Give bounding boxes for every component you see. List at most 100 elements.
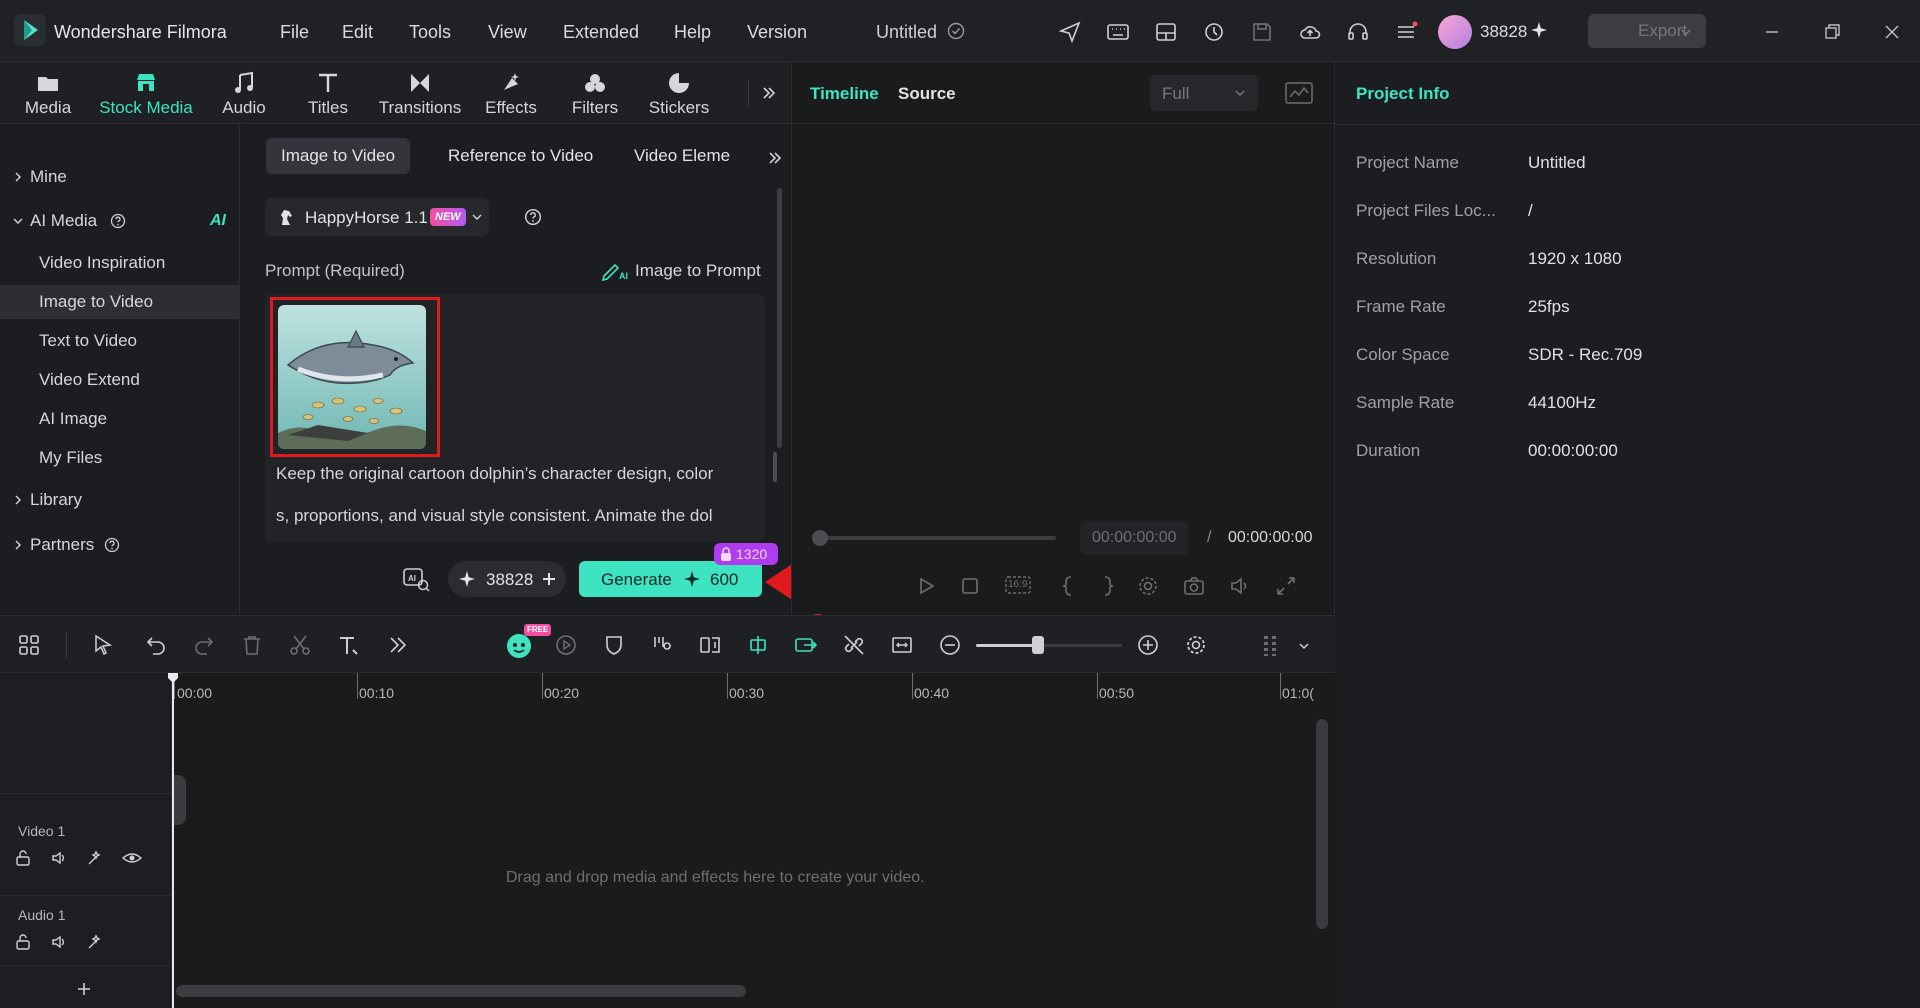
settings-icon[interactable]: [1136, 574, 1160, 598]
magic-wand-icon[interactable]: [86, 849, 104, 867]
preview-scrubber[interactable]: [822, 536, 1056, 540]
chevron-down-icon[interactable]: [1298, 640, 1310, 652]
zoom-out-icon[interactable]: [938, 633, 962, 657]
avatar[interactable]: [1438, 15, 1472, 49]
timeline-ruler[interactable]: 00:00 00:10 00:20 00:30 00:40 00:50 01:0…: [174, 673, 1314, 703]
restore-icon[interactable]: [1820, 20, 1844, 44]
mark-out-icon[interactable]: [1100, 574, 1116, 598]
help-circle-icon[interactable]: [104, 537, 120, 553]
tab-effects[interactable]: Effects: [478, 62, 544, 124]
undo-icon[interactable]: [144, 633, 168, 657]
generate-button[interactable]: Generate 600: [579, 561, 762, 597]
volume-icon[interactable]: [50, 933, 68, 951]
timeline-area[interactable]: Video 1 Audio 1 00:00 00:10 00:20 00:30 …: [0, 673, 1335, 1008]
scope-monitor-icon[interactable]: [1284, 80, 1314, 106]
playhead[interactable]: [172, 673, 174, 1008]
menu-file[interactable]: File: [280, 22, 309, 43]
model-select[interactable]: HappyHorse 1.1 NEW: [265, 198, 489, 236]
tab-stickers[interactable]: Stickers: [642, 62, 716, 124]
lock-icon[interactable]: [14, 849, 32, 867]
tab-audio[interactable]: Audio: [212, 62, 276, 124]
subtab-reference-to-video[interactable]: Reference to Video: [433, 138, 608, 174]
tab-titles[interactable]: Titles: [296, 62, 360, 124]
nav-mine[interactable]: Mine: [0, 160, 240, 194]
double-chevron-right-icon[interactable]: [760, 84, 778, 102]
fullscreen-icon[interactable]: [1274, 574, 1298, 598]
cloud-upload-icon[interactable]: [1298, 20, 1322, 44]
ai-companion-button[interactable]: FREE: [504, 624, 552, 660]
subtab-image-to-video[interactable]: Image to Video: [266, 138, 411, 174]
tab-media[interactable]: Media: [14, 62, 82, 124]
current-time-field[interactable]: 00:00:00:00: [1080, 521, 1188, 555]
uploaded-image-highlight[interactable]: [270, 297, 440, 457]
scissors-icon[interactable]: [288, 633, 312, 657]
keyboard-icon[interactable]: [1106, 20, 1130, 44]
aspect-ratio-button[interactable]: 16:9: [1004, 573, 1032, 599]
delete-icon[interactable]: [240, 633, 264, 657]
menu-version[interactable]: Version: [747, 22, 807, 43]
scrubber-handle[interactable]: [812, 530, 828, 546]
image-to-prompt-button[interactable]: AI Image to Prompt: [601, 259, 771, 283]
unlink-icon[interactable]: [842, 633, 866, 657]
menu-edit[interactable]: Edit: [342, 22, 373, 43]
nav-ai-image[interactable]: AI Image: [0, 402, 240, 436]
quality-select[interactable]: Full: [1150, 75, 1258, 111]
horizontal-scrollbar[interactable]: [176, 985, 746, 997]
credits-pill[interactable]: 38828: [448, 561, 566, 597]
help-circle-icon[interactable]: [110, 213, 126, 229]
history-icon[interactable]: [1202, 20, 1226, 44]
nav-video-inspiration[interactable]: Video Inspiration: [0, 246, 240, 280]
ai-image-check-icon[interactable]: AI: [402, 566, 430, 592]
save-icon[interactable]: [1250, 20, 1274, 44]
minimize-icon[interactable]: [1760, 20, 1784, 44]
magic-wand-icon[interactable]: [86, 933, 104, 951]
split-screen-icon[interactable]: [698, 633, 722, 657]
zoom-slider-handle[interactable]: [1032, 636, 1044, 654]
close-icon[interactable]: [1880, 20, 1904, 44]
eye-icon[interactable]: [122, 849, 142, 867]
grid-layout-icon[interactable]: [17, 633, 41, 657]
nav-my-files[interactable]: My Files: [0, 441, 240, 475]
zoom-in-icon[interactable]: [1136, 633, 1160, 657]
vertical-scrollbar[interactable]: [1316, 719, 1328, 929]
headset-icon[interactable]: [1346, 20, 1370, 44]
send-icon[interactable]: [1058, 20, 1082, 44]
panel-collapse-handle[interactable]: [172, 775, 186, 825]
menu-extended[interactable]: Extended: [563, 22, 639, 43]
fit-timeline-icon[interactable]: [890, 633, 914, 657]
settings-icon[interactable]: [1184, 633, 1208, 657]
text-t-icon[interactable]: [336, 633, 360, 657]
tab-stock-media[interactable]: Stock Media: [92, 62, 200, 124]
shield-icon[interactable]: [602, 633, 626, 657]
nav-image-to-video[interactable]: Image to Video: [0, 285, 240, 319]
tab-transitions[interactable]: Transitions: [372, 62, 468, 124]
layout-icon[interactable]: [1154, 20, 1178, 44]
help-circle-icon[interactable]: [524, 208, 542, 226]
stop-icon[interactable]: [960, 576, 980, 596]
nav-partners[interactable]: Partners: [0, 528, 240, 562]
nav-library[interactable]: Library: [0, 483, 240, 517]
menu-tools[interactable]: Tools: [409, 22, 451, 43]
subtab-more[interactable]: [761, 144, 789, 172]
add-track-icon[interactable]: [76, 981, 92, 997]
menu-lines-icon[interactable]: [1394, 20, 1418, 44]
menu-view[interactable]: View: [488, 22, 527, 43]
tab-source[interactable]: Source: [898, 84, 956, 104]
auto-ripple-icon[interactable]: [794, 633, 818, 657]
camera-icon[interactable]: [1182, 574, 1206, 598]
menu-help[interactable]: Help: [674, 22, 711, 43]
redo-icon[interactable]: [192, 633, 216, 657]
project-title[interactable]: Untitled: [876, 22, 937, 43]
nav-text-to-video[interactable]: Text to Video: [0, 324, 240, 358]
select-cursor-icon[interactable]: [92, 633, 116, 657]
snap-icon[interactable]: [746, 633, 770, 657]
nav-video-extend[interactable]: Video Extend: [0, 363, 240, 397]
panel-scrollbar[interactable]: [777, 188, 782, 448]
mark-in-icon[interactable]: [1060, 574, 1076, 598]
double-chevron-right-icon[interactable]: [386, 633, 410, 657]
prompt-scrollbar[interactable]: [773, 452, 777, 482]
lock-icon[interactable]: [14, 933, 32, 951]
top-credits[interactable]: 38828: [1480, 22, 1527, 42]
playhead-marker-icon[interactable]: [168, 673, 178, 683]
tab-filters[interactable]: Filters: [564, 62, 626, 124]
